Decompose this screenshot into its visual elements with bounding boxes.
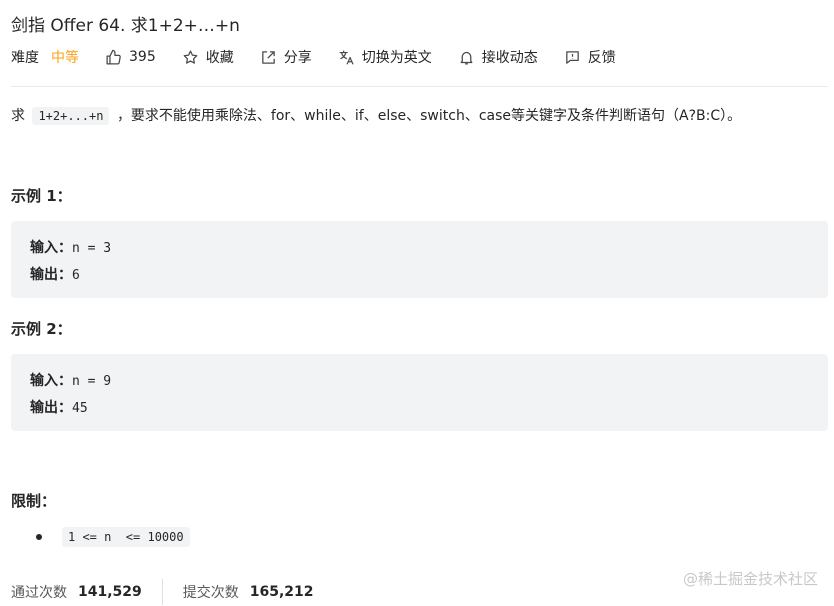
example-1-output-label: 输出： <box>30 267 72 283</box>
example-1-block: 输入：n = 3 输出：6 <box>11 221 828 298</box>
like-count: 395 <box>129 49 156 65</box>
star-icon <box>182 49 199 66</box>
share-label: 分享 <box>283 50 312 66</box>
notify-label: 接收动态 <box>481 50 538 66</box>
difficulty-value: 中等 <box>51 50 79 66</box>
problem-title: 剑指 Offer 64. 求1+2+…+n <box>11 16 240 36</box>
example-1-title: 示例 1： <box>11 187 72 205</box>
bell-icon <box>458 49 475 66</box>
description-suffix: ，要求不能使用乘除法、for、while、if、else、switch、case… <box>116 108 742 124</box>
example-1-input-value: n = 3 <box>72 241 112 256</box>
accepted-value: 141,529 <box>78 584 142 600</box>
example-1-output-value: 6 <box>72 268 80 283</box>
share-icon <box>260 49 277 66</box>
example-2-input-value: n = 9 <box>72 374 112 389</box>
accepted-label: 通过次数 <box>11 585 67 601</box>
notify-button[interactable]: 接收动态 <box>458 47 538 67</box>
problem-meta-bar: 难度 中等 395 收藏 分享 切换为英文 接收动态 反馈 <box>11 47 642 67</box>
header-divider <box>11 86 828 87</box>
feedback-button[interactable]: 反馈 <box>564 47 616 67</box>
limit-code: 1 <= n <= 10000 <box>62 527 190 547</box>
example-1-input-label: 输入： <box>30 240 72 256</box>
limits-list-item: 1 <= n <= 10000 <box>36 527 193 547</box>
stats-divider <box>161 579 163 605</box>
difficulty-label: 难度 <box>11 50 39 66</box>
limits-title: 限制： <box>11 492 57 510</box>
share-button[interactable]: 分享 <box>260 47 312 67</box>
translate-icon <box>338 49 355 66</box>
example-2-input-label: 输入： <box>30 373 72 389</box>
favorite-button[interactable]: 收藏 <box>182 47 234 67</box>
submitted-label: 提交次数 <box>182 585 239 601</box>
example-2-block: 输入：n = 9 输出：45 <box>11 354 828 431</box>
example-2-title: 示例 2： <box>11 320 72 338</box>
description-code: 1+2+...+n <box>32 107 110 125</box>
feedback-label: 反馈 <box>587 50 616 66</box>
example-2-output-label: 输出： <box>30 400 72 416</box>
like-button[interactable]: 395 <box>105 49 156 66</box>
bullet-icon <box>36 534 42 540</box>
problem-description: 求 1+2+...+n ，要求不能使用乘除法、for、while、if、else… <box>11 105 741 127</box>
description-prefix: 求 <box>11 108 25 124</box>
submission-stats: 通过次数 141,529 提交次数 165,212 <box>11 579 314 605</box>
watermark: @稀土掘金技术社区 <box>682 570 818 588</box>
translate-button[interactable]: 切换为英文 <box>338 47 432 67</box>
submitted-value: 165,212 <box>249 584 314 600</box>
translate-label: 切换为英文 <box>361 50 432 66</box>
thumbs-up-icon <box>105 49 122 66</box>
example-2-output-value: 45 <box>72 401 88 416</box>
favorite-label: 收藏 <box>205 50 234 66</box>
feedback-icon <box>564 49 581 66</box>
